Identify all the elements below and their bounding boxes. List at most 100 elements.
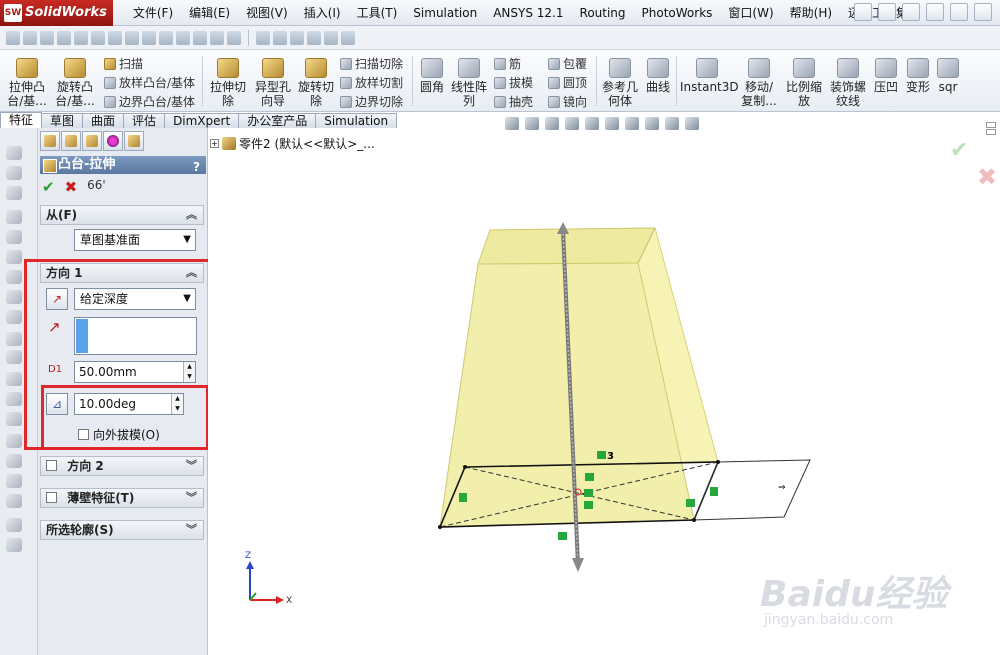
flyout-feature-tree[interactable]: + 零件2 (默认<<默认>_...	[210, 135, 375, 152]
tool-icon[interactable]	[273, 30, 287, 45]
selected-contours-section-header[interactable]: 所选轮廓(S) ︾	[40, 520, 204, 540]
feature-manager-tab[interactable]	[40, 131, 60, 151]
feature-shortcut-icon[interactable]	[6, 518, 22, 532]
collapse-chevron-icon[interactable]: ︽	[186, 206, 197, 224]
from-section-header[interactable]: 从(F) ︽	[40, 205, 204, 225]
tool-icon[interactable]	[227, 30, 241, 45]
feature-shortcut-icon[interactable]	[6, 538, 22, 552]
tab-surfaces[interactable]: 曲面	[82, 113, 125, 128]
wrap-button[interactable]: 包覆	[548, 55, 587, 72]
tool-icon[interactable]	[256, 30, 270, 45]
tab-sketch[interactable]: 草图	[41, 113, 84, 128]
expand-chevron-icon[interactable]: ︾	[186, 521, 197, 539]
display-manager-tab[interactable]	[124, 131, 144, 151]
open-icon[interactable]	[902, 3, 920, 21]
tab-dimxpert[interactable]: DimXpert	[164, 113, 240, 128]
shell-button[interactable]: 抽壳	[494, 93, 533, 110]
zoom-to-area-icon[interactable]	[525, 117, 539, 130]
tool-icon[interactable]	[210, 30, 224, 45]
section-view-icon[interactable]	[565, 117, 579, 130]
feature-shortcut-icon[interactable]	[6, 166, 22, 180]
dimxpert-manager-tab[interactable]	[103, 131, 123, 151]
menu-insert[interactable]: 插入(I)	[296, 0, 349, 26]
start-condition-select[interactable]: 草图基准面 ▼	[74, 229, 196, 251]
feature-shortcut-icon[interactable]	[6, 290, 22, 304]
tool-icon[interactable]	[159, 30, 173, 45]
extrude-boss-button[interactable]: 拉伸凸 台/基...	[4, 58, 50, 108]
feature-shortcut-icon[interactable]	[6, 270, 22, 284]
apply-scene-icon[interactable]	[665, 117, 679, 130]
tool-icon[interactable]	[108, 30, 122, 45]
menu-routing[interactable]: Routing	[572, 0, 634, 26]
feature-shortcut-icon[interactable]	[6, 250, 22, 264]
menu-edit[interactable]: 编辑(E)	[181, 0, 238, 26]
direction2-section-header[interactable]: 方向 2 ︾	[40, 456, 204, 476]
extrude-cut-button[interactable]: 拉伸切 除	[206, 58, 250, 108]
menu-tools[interactable]: 工具(T)	[349, 0, 406, 26]
linear-pattern-button[interactable]: 线性阵 列	[450, 58, 488, 108]
split-handle[interactable]	[986, 129, 996, 135]
hole-wizard-button[interactable]: 异型孔 向导	[251, 58, 295, 108]
reference-geometry-button[interactable]: 参考几 何体	[600, 58, 640, 108]
undo-icon[interactable]	[974, 3, 992, 21]
zoom-to-fit-icon[interactable]	[505, 117, 519, 130]
tool-icon[interactable]	[193, 30, 207, 45]
hide-show-items-icon[interactable]	[625, 117, 639, 130]
solidworks-logo[interactable]: SW SolidWorks	[0, 0, 113, 26]
tab-evaluate[interactable]: 评估	[123, 113, 166, 128]
split-handle[interactable]	[986, 122, 996, 128]
instant3d-button[interactable]: Instant3D	[680, 58, 739, 94]
feature-shortcut-icon[interactable]	[6, 210, 22, 224]
previous-view-icon[interactable]	[545, 117, 559, 130]
sqr-button[interactable]: sqr	[935, 58, 961, 94]
confirmation-corner-cancel-icon[interactable]: ✖	[977, 163, 997, 191]
help-button[interactable]: ?	[193, 158, 200, 176]
cosmetic-thread-button[interactable]: 装饰螺 纹线	[827, 58, 869, 108]
sweep-button[interactable]: 扫描	[104, 55, 143, 72]
tool-icon[interactable]	[142, 30, 156, 45]
curves-button[interactable]: 曲线	[642, 58, 674, 94]
menu-photoworks[interactable]: PhotoWorks	[634, 0, 721, 26]
menu-window[interactable]: 窗口(W)	[720, 0, 781, 26]
loft-button[interactable]: 放样凸台/基体	[104, 74, 195, 91]
confirmation-corner-ok-icon[interactable]: ✔	[950, 138, 968, 163]
view-settings-icon[interactable]	[685, 117, 699, 130]
pin-icon[interactable]	[854, 3, 872, 21]
tool-icon[interactable]	[23, 30, 37, 45]
rib-button[interactable]: 筋	[494, 55, 521, 72]
detailed-preview-icon[interactable]: 66'	[87, 178, 106, 196]
property-manager-tab[interactable]	[61, 131, 81, 151]
spell-check-icon[interactable]	[6, 30, 20, 45]
tool-icon[interactable]	[74, 30, 88, 45]
tool-icon[interactable]	[176, 30, 190, 45]
feature-shortcut-icon[interactable]	[6, 434, 22, 448]
feature-shortcut-icon[interactable]	[6, 454, 22, 468]
tab-office-products[interactable]: 办公室产品	[238, 113, 317, 128]
tool-icon[interactable]	[307, 30, 321, 45]
thin-feature-checkbox[interactable]	[46, 492, 57, 503]
new-document-icon[interactable]	[878, 3, 896, 21]
menu-help[interactable]: 帮助(H)	[782, 0, 840, 26]
feature-shortcut-icon[interactable]	[6, 310, 22, 324]
sum-icon[interactable]	[125, 30, 139, 45]
edit-appearance-icon[interactable]	[645, 117, 659, 130]
menu-simulation[interactable]: Simulation	[405, 0, 485, 26]
feature-shortcut-icon[interactable]	[6, 186, 22, 200]
loft-cut-button[interactable]: 放样切割	[340, 74, 403, 91]
mirror-button[interactable]: 镜向	[548, 93, 587, 110]
boundary-boss-button[interactable]: 边界凸台/基体	[104, 93, 195, 110]
tool-icon[interactable]	[40, 30, 54, 45]
move-copy-button[interactable]: 移动/ 复制...	[738, 58, 780, 108]
direction2-checkbox[interactable]	[46, 460, 57, 471]
feature-shortcut-icon[interactable]	[6, 230, 22, 244]
feature-shortcut-icon[interactable]	[6, 392, 22, 406]
view-orientation-icon[interactable]	[585, 117, 599, 130]
scale-button[interactable]: 比例缩 放	[783, 58, 825, 108]
save-icon[interactable]	[926, 3, 944, 21]
menu-view[interactable]: 视图(V)	[238, 0, 296, 26]
revolve-cut-button[interactable]: 旋转切 除	[295, 58, 337, 108]
sweep-cut-button[interactable]: 扫描切除	[340, 55, 403, 72]
feature-shortcut-icon[interactable]	[6, 372, 22, 386]
tool-icon[interactable]	[324, 30, 338, 45]
viewport-split-control[interactable]	[986, 122, 996, 135]
